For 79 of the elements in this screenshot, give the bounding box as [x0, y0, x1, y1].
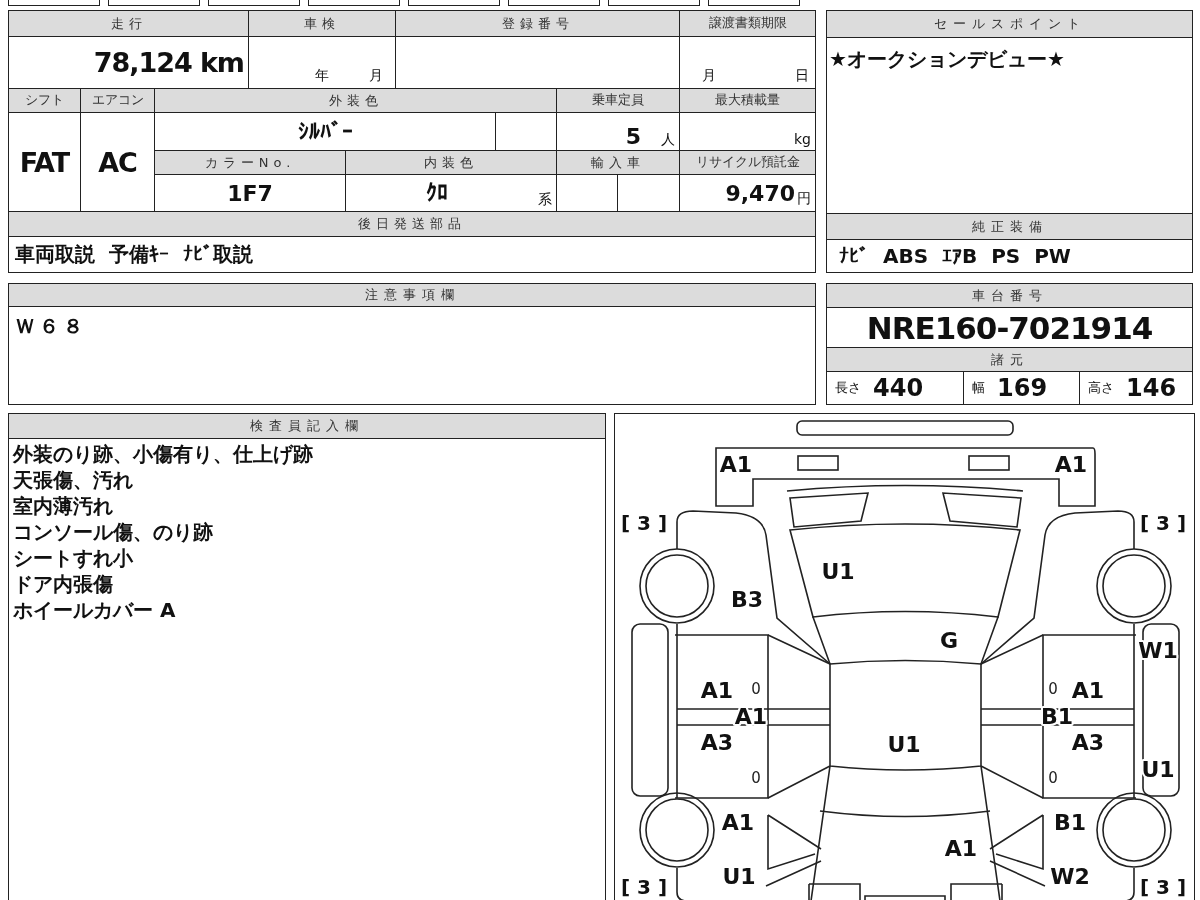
damage-code: A1 — [721, 810, 755, 835]
imported-header: 輸入車 — [557, 151, 680, 175]
aircon-header: エアコン — [81, 89, 155, 113]
inspector-note: コンソール傷、のり跡 — [13, 519, 214, 545]
transfer-deadline-header: 譲渡書類期限 — [680, 11, 816, 37]
parts-value: 車両取説 予備ｷｰ ﾅﾋﾞ取説 — [15, 241, 253, 268]
interior-color-unit: 系 — [538, 191, 552, 209]
inspector-header: 検査員記入欄 — [9, 414, 605, 439]
max-load-unit: kg — [794, 131, 811, 147]
damage-code: A3 — [1071, 730, 1105, 755]
month-label: 月 — [702, 67, 716, 85]
inspector-note: 室内薄汚れ — [13, 493, 114, 519]
capacity-unit: 人 — [661, 131, 675, 149]
spec-value: 169 — [997, 374, 1048, 402]
damage-code: G — [939, 628, 959, 653]
chassis-header: 車台番号 — [827, 284, 1192, 308]
equipment-text: ﾅﾋﾞ ABS ｴｱB PS PW — [839, 244, 1071, 268]
mileage-unit: km — [199, 47, 244, 78]
spec-label: 高さ — [1088, 379, 1114, 397]
damage-code: 0 — [1048, 679, 1058, 698]
recycle-fee-unit: 円 — [797, 190, 811, 208]
damage-code: B3 — [730, 587, 764, 612]
specs-header: 諸元 — [827, 348, 1192, 372]
chassis-number: NRE160-7021914 — [866, 309, 1153, 346]
damage-code: A3 — [700, 730, 734, 755]
interior-color-header: 内装色 — [346, 151, 557, 175]
damage-code: A1 — [1054, 452, 1088, 477]
sales-point-header: セールスポイント — [827, 11, 1192, 38]
damage-code: [ 3 ] — [1139, 874, 1187, 899]
mileage-header: 走行 — [9, 11, 249, 37]
damage-code: 0 — [1048, 768, 1058, 787]
damage-code: 0 — [751, 768, 761, 787]
max-load-header: 最大積載量 — [680, 89, 816, 113]
damage-code: [ 3 ] — [1139, 510, 1187, 535]
capacity-header: 乗車定員 — [557, 89, 680, 113]
inspection-header: 車検 — [249, 11, 396, 37]
shift-header: シフト — [9, 89, 81, 113]
damage-code: B1 — [1053, 810, 1087, 835]
exterior-color-value: ｼﾙﾊﾞｰ — [297, 119, 353, 144]
inspector-note: 外装のり跡、小傷有り、仕上げ跡 — [13, 441, 314, 467]
year-label: 年 — [315, 67, 329, 85]
spec-value: 146 — [1126, 374, 1177, 402]
damage-code: A1 — [734, 704, 768, 729]
damage-code: U1 — [821, 559, 855, 584]
color-number-value: 1F7 — [227, 180, 273, 206]
inspector-note: 天張傷、汚れ — [13, 467, 134, 493]
damage-code: W2 — [1050, 864, 1090, 889]
day-label: 日 — [795, 67, 809, 85]
registration-header: 登録番号 — [396, 11, 680, 37]
equipment-header: 純正装備 — [827, 214, 1192, 240]
aircon-value: AC — [98, 146, 137, 178]
inspector-note: シートすれ小 — [13, 545, 134, 571]
damage-code: 0 — [751, 679, 761, 698]
inspector-note: ホイールカバー A — [13, 597, 177, 623]
capacity-value: 5 — [625, 124, 641, 149]
damage-code: A1 — [1071, 678, 1105, 703]
parts-header: 後日発送部品 — [9, 212, 816, 237]
color-number-header: カラーNo. — [155, 151, 346, 175]
damage-code: U1 — [722, 864, 756, 889]
damage-code: A1 — [944, 836, 978, 861]
spec-label: 長さ — [835, 379, 861, 397]
spec-value: 440 — [873, 374, 924, 402]
recycle-fee-value: 9,470 — [725, 180, 795, 206]
spec-label: 幅 — [972, 379, 985, 397]
sales-point-text: ★オークションデビュー★ — [829, 47, 1065, 71]
damage-code: A1 — [719, 452, 753, 477]
notes-text: Ｗ６８ — [15, 314, 87, 338]
interior-color-value: ｸﾛ — [426, 179, 448, 205]
month-label: 月 — [369, 67, 383, 85]
shift-value: FAT — [19, 146, 70, 178]
mileage-value: 78,124 — [93, 47, 192, 78]
notes-header: 注意事項欄 — [9, 284, 815, 307]
inspector-note: ドア内張傷 — [13, 571, 114, 597]
recycle-fee-header: リサイクル預託金 — [680, 151, 816, 175]
damage-code: [ 3 ] — [620, 510, 668, 535]
damage-code: [ 3 ] — [620, 874, 668, 899]
damage-code: U1 — [887, 732, 921, 757]
damage-code: A1 — [700, 678, 734, 703]
exterior-color-header: 外装色 — [155, 89, 557, 113]
